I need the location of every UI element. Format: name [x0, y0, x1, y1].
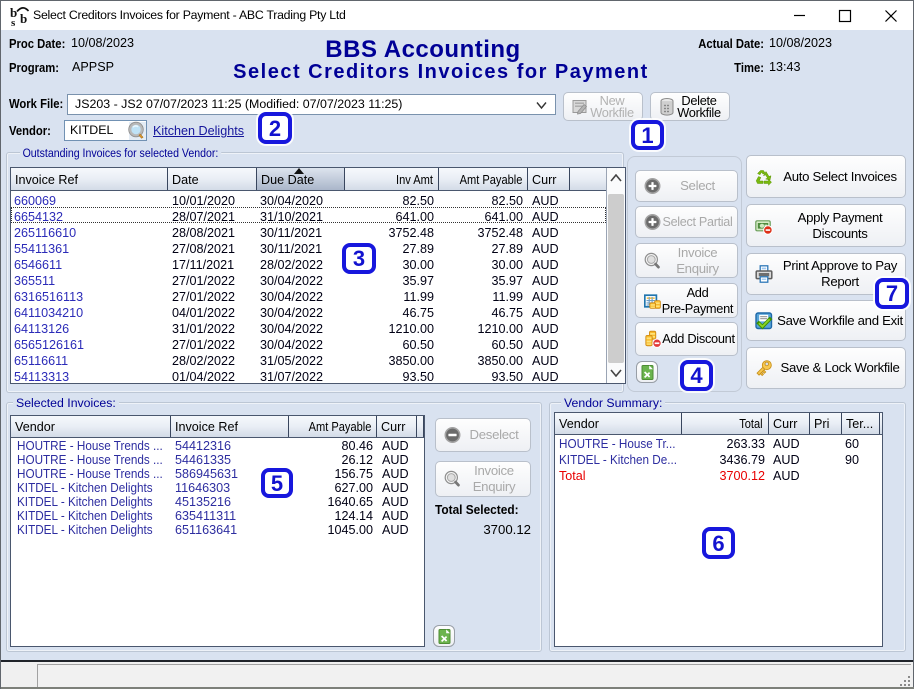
- svg-text:s: s: [11, 17, 16, 27]
- svg-text:b: b: [20, 11, 27, 26]
